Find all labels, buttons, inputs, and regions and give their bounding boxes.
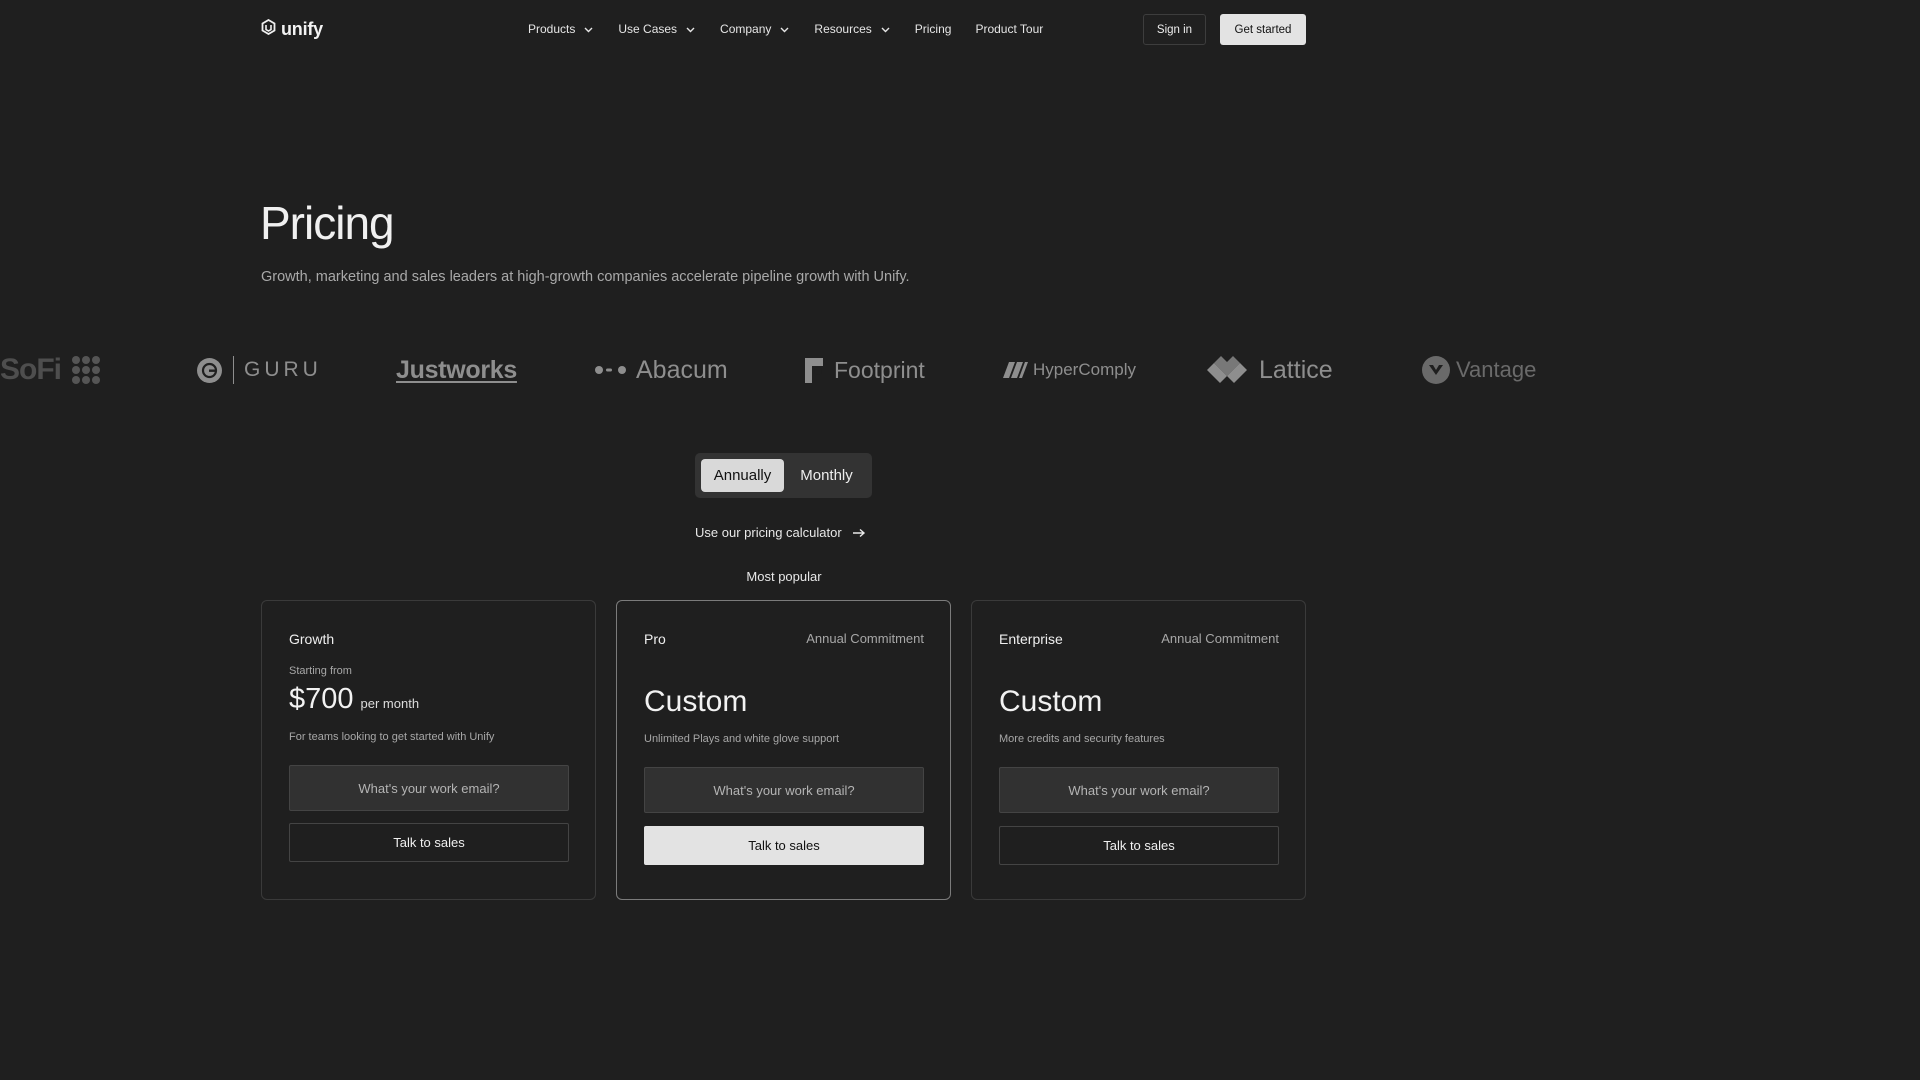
talk-to-sales-button[interactable]: Talk to sales [289, 823, 569, 862]
plan-commitment: Annual Commitment [806, 631, 924, 646]
nav-item-label: Use Cases [618, 22, 678, 36]
sofi-dots-icon [72, 356, 100, 384]
hypercomply-logo: HyperComply [1002, 345, 1136, 395]
nav-item-product-tour[interactable]: Product Tour [975, 22, 1043, 36]
plan-name: Enterprise [999, 631, 1063, 647]
divider [233, 356, 234, 384]
plan-price: Custom [644, 685, 748, 718]
nav-item-company[interactable]: Company [720, 22, 790, 36]
chevron-down-icon [881, 27, 890, 32]
price-row: $700 per month [289, 683, 419, 716]
vantage-logo-text: Vantage [1456, 357, 1537, 382]
nav-item-label: Product Tour [975, 22, 1044, 36]
work-email-input[interactable] [644, 767, 924, 813]
pricing-calculator-link[interactable]: Use our pricing calculator [695, 525, 866, 540]
customer-logo-strip: SoFi GURU Justworks Abacum Footprint Hyp… [0, 345, 1568, 395]
guru-logo: GURU [196, 345, 322, 395]
talk-to-sales-button[interactable]: Talk to sales [644, 826, 924, 865]
hypercomply-icon [1003, 362, 1028, 378]
nav-item-label: Company [720, 22, 772, 36]
plan-card-pro: Pro Annual Commitment Custom Unlimited P… [616, 600, 951, 900]
toggle-annually[interactable]: Annually [701, 459, 784, 492]
nav-item-pricing[interactable]: Pricing [915, 22, 952, 36]
brand-name: unify [281, 19, 323, 39]
billing-period-toggle: Annually Monthly [695, 453, 872, 498]
chevron-down-icon [780, 27, 789, 32]
page-title: Pricing [260, 197, 395, 249]
sofi-logo-text: SoFi [0, 353, 62, 386]
justworks-logo: Justworks [396, 345, 517, 395]
nav-item-label: Pricing [914, 22, 952, 36]
hypercomply-logo-text: HyperComply [1033, 360, 1136, 379]
work-email-input[interactable] [289, 765, 569, 811]
nav-item-resources[interactable]: Resources [814, 22, 890, 36]
unify-logo-icon [261, 18, 276, 40]
nav-item-use-cases[interactable]: Use Cases [618, 22, 696, 36]
pricing-calculator-label: Use our pricing calculator [695, 525, 842, 540]
sign-in-button[interactable]: Sign in [1143, 14, 1206, 45]
plan-name: Growth [289, 631, 335, 647]
chevron-down-icon [584, 27, 593, 32]
page-subtitle: Growth, marketing and sales leaders at h… [261, 269, 910, 285]
plan-price: Custom [999, 685, 1103, 718]
chevron-down-icon [686, 27, 695, 32]
toggle-monthly[interactable]: Monthly [790, 459, 863, 492]
plan-commitment: Annual Commitment [1161, 631, 1279, 646]
footprint-logo: Footprint [804, 345, 925, 395]
lattice-logo-text: Lattice [1259, 355, 1333, 384]
talk-to-sales-button[interactable]: Talk to sales [999, 826, 1279, 865]
plan-name: Pro [644, 631, 666, 647]
abacum-logo-text: Abacum [636, 355, 728, 384]
plan-description: For teams looking to get started with Un… [289, 731, 495, 743]
guru-g-icon [197, 357, 222, 383]
arrow-right-icon [852, 528, 865, 537]
get-started-button[interactable]: Get started [1220, 14, 1306, 45]
top-navigation: unify Products Use Cases Company Resourc… [0, 0, 1568, 60]
plan-price: $700 [289, 683, 354, 715]
abacum-logo: Abacum [594, 345, 728, 395]
footprint-logo-text: Footprint [834, 356, 925, 383]
starting-from-label: Starting from [289, 665, 352, 677]
nav-item-label: Resources [814, 22, 872, 36]
sofi-logo: SoFi [0, 345, 101, 395]
brand-logo[interactable]: unify [261, 18, 323, 40]
justworks-logo-text: Justworks [396, 355, 517, 384]
most-popular-label: Most popular [746, 569, 822, 584]
abacum-dots-icon [595, 366, 626, 374]
nav-links: Products Use Cases Company Resources Pri… [528, 22, 1067, 36]
work-email-input[interactable] [999, 767, 1279, 813]
plan-card-growth: Growth Starting from $700 per month For … [261, 600, 596, 900]
guru-logo-text: GURU [244, 358, 322, 381]
lattice-logo: Lattice [1205, 345, 1333, 395]
vantage-icon [1422, 356, 1450, 384]
nav-item-label: Products [528, 22, 576, 36]
footprint-f-icon [805, 357, 823, 383]
plan-description: Unlimited Plays and white glove support [644, 733, 840, 745]
lattice-icon [1207, 356, 1247, 383]
plan-period: per month [360, 696, 420, 711]
plan-card-enterprise: Enterprise Annual Commitment Custom More… [971, 600, 1306, 900]
plan-description: More credits and security features [999, 733, 1165, 745]
nav-item-products[interactable]: Products [528, 22, 594, 36]
vantage-logo: Vantage [1421, 345, 1536, 395]
